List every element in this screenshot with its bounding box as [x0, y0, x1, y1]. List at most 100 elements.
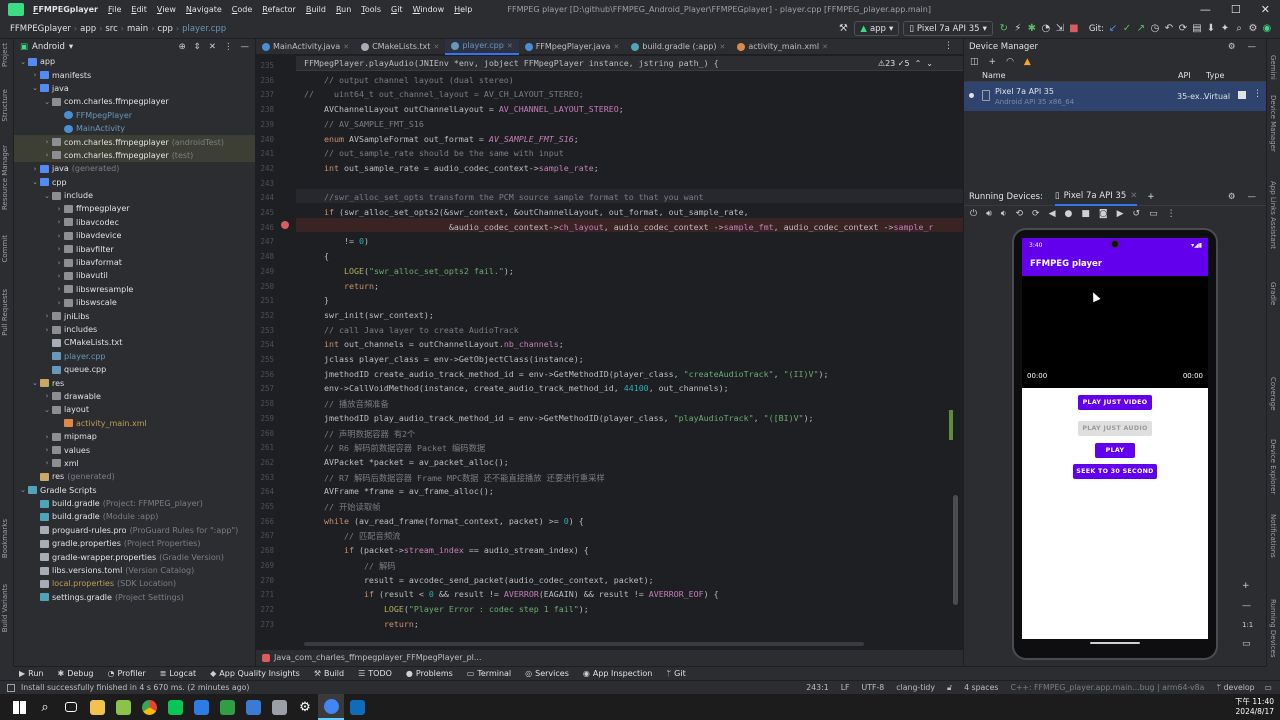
seek-30-button[interactable]: SEEK TO 30 SECOND [1073, 464, 1157, 479]
device-dropdown[interactable]: ▯ Pixel 7a API 35 ▾ [903, 21, 993, 36]
tree-item[interactable]: settings.gradle (Project Settings) [14, 591, 255, 604]
tree-item[interactable]: ⌄ Gradle Scripts [14, 484, 255, 497]
memory-indicator-icon[interactable]: ▭ [1261, 683, 1280, 692]
breadcrumb-item[interactable]: main [125, 24, 150, 34]
tab-player-cpp[interactable]: player.cpp ✕ [445, 38, 519, 55]
left-strip-commit[interactable]: Commit [1, 235, 9, 263]
collapse-icon[interactable]: ◫ [970, 57, 979, 67]
code-editor[interactable]: 235 236 237 238 239 240 241 242 243 244 245 246 247 2… [256, 55, 963, 649]
hide-icon[interactable]: — [1248, 42, 1257, 52]
zoom-fit-icon[interactable]: ▭ [1242, 639, 1253, 649]
tree-item[interactable]: › drawable [14, 390, 255, 403]
chevron-right-icon[interactable]: › [54, 245, 64, 253]
tree-item[interactable]: res (generated) [14, 470, 255, 483]
volume-up-icon[interactable]: 🔊︎ [986, 209, 992, 219]
close-icon[interactable]: ✕ [343, 43, 349, 51]
back-icon[interactable]: ◀ [1049, 209, 1056, 219]
tree-item[interactable]: › includes [14, 323, 255, 336]
tabs-overflow-icon[interactable]: ⋮ [944, 41, 953, 51]
toolwindow-git[interactable]: ᛘ Git [666, 669, 685, 678]
device-row[interactable]: Pixel 7a API 35 Android API 35 x86_64 35… [964, 82, 1266, 111]
volume-down-icon[interactable]: 🔉︎ [1001, 209, 1007, 219]
breadcrumb-item[interactable]: FFMPEGplayer [8, 24, 73, 34]
tree-item[interactable]: › libavfilter [14, 242, 255, 255]
search-icon[interactable]: ⌕ [1232, 22, 1246, 36]
chevron-right-icon[interactable]: › [42, 433, 52, 441]
column-name[interactable]: Name [982, 71, 1178, 80]
play-button[interactable]: PLAY [1095, 443, 1135, 458]
tree-item[interactable]: › libavdevice [14, 229, 255, 242]
tree-item[interactable]: build.gradle (Project: FFMPEG_player) [14, 497, 255, 510]
screen-record-icon[interactable]: ▶ [1117, 209, 1124, 219]
device-manager-icon[interactable]: ▤ [1190, 22, 1204, 36]
chevron-right-icon[interactable]: › [54, 259, 64, 267]
tab-ffmpegplayer-java[interactable]: FFMpegPlayer.java ✕ [519, 39, 626, 55]
toolwindow-debug[interactable]: ✱ Debug [58, 669, 94, 678]
menu-window[interactable]: Window [408, 5, 450, 14]
menu-build[interactable]: Build [301, 5, 331, 14]
expand-all-icon[interactable]: ⇕ [194, 42, 201, 52]
right-strip-device-explorer[interactable]: Device Explorer [1269, 439, 1277, 494]
tree-item[interactable]: ⌄ cpp [14, 176, 255, 189]
chevron-right-icon[interactable]: › [54, 218, 64, 226]
zoom-actual-icon[interactable]: 1:1 [1242, 621, 1253, 629]
chevron-right-icon[interactable]: › [30, 165, 40, 173]
tree-item[interactable]: › com.charles.ffmpegplayer (androidTest) [14, 135, 255, 149]
chevron-down-icon[interactable]: ⌄ [30, 178, 40, 186]
tree-item[interactable]: › libswscale [14, 296, 255, 309]
right-strip-device-manager[interactable]: Device Manager [1269, 95, 1277, 152]
screenshot-icon[interactable]: ◙ [1099, 209, 1108, 219]
tree-item[interactable]: › manifests [14, 68, 255, 81]
column-type[interactable]: Type [1206, 71, 1224, 80]
pair-wifi-icon[interactable]: ◠ [1006, 57, 1014, 67]
debug-icon[interactable]: ✱ [1025, 22, 1039, 36]
tree-item[interactable]: gradle.properties (Project Properties) [14, 537, 255, 550]
chevron-down-icon[interactable]: ⌄ [18, 486, 28, 494]
chrome-icon[interactable] [136, 694, 162, 720]
app-blue-icon[interactable] [188, 694, 214, 720]
menu-help[interactable]: Help [449, 5, 477, 14]
run-config-dropdown[interactable]: ▲ app ▾ [854, 21, 900, 36]
right-strip-notifications[interactable]: Notifications [1269, 514, 1277, 558]
left-strip-build-variants[interactable]: Build Variants [1, 584, 9, 632]
git-update-icon[interactable]: ↙ [1106, 22, 1120, 36]
close-icon[interactable]: ✕ [507, 42, 513, 50]
left-strip-pull-requests[interactable]: Pull Requests [1, 289, 9, 336]
chevron-right-icon[interactable]: › [42, 326, 52, 334]
tree-item[interactable]: player.cpp [14, 350, 255, 363]
android-logo-icon[interactable]: ◉ [1260, 22, 1274, 36]
line-icon[interactable] [162, 694, 188, 720]
right-strip-gradle[interactable]: Gradle [1269, 282, 1277, 305]
more-options-icon[interactable]: ⋮ [1167, 209, 1176, 219]
tree-item[interactable]: › libswresample [14, 283, 255, 296]
tree-item[interactable]: › libavformat [14, 256, 255, 269]
tree-item[interactable]: ⌄ res [14, 376, 255, 389]
minimize-icon[interactable]: — [1200, 3, 1211, 16]
chevron-right-icon[interactable]: › [42, 151, 52, 159]
menu-refactor[interactable]: Refactor [257, 5, 301, 14]
settings-icon[interactable]: ⚙ [292, 694, 318, 720]
snapshot-icon[interactable]: ↺ [1133, 209, 1141, 219]
column-api[interactable]: API [1178, 71, 1206, 80]
inspection-widget[interactable]: ⚠23 ✓5 ⌃ ⌄ [878, 59, 933, 68]
chevron-right-icon[interactable]: › [54, 285, 64, 293]
tree-item[interactable]: › ffmpegplayer [14, 202, 255, 215]
tree-item[interactable]: build.gradle (Module :app) [14, 510, 255, 523]
tree-item[interactable]: FFMpegPlayer [14, 109, 255, 122]
left-strip-structure[interactable]: Structure [1, 89, 9, 122]
firebase-icon[interactable]: ▲ [1024, 57, 1031, 67]
chevron-down-icon[interactable]: ⌄ [30, 379, 40, 387]
menu-file[interactable]: File [103, 5, 126, 14]
tree-item[interactable]: ⌄ com.charles.ffmpegplayer [14, 95, 255, 108]
layout-icon[interactable] [7, 683, 15, 692]
hide-icon[interactable]: — [241, 42, 250, 52]
close-icon[interactable]: ✕ [1261, 3, 1270, 16]
system-clock[interactable]: 下午 11:40 2024/8/17 [1235, 697, 1280, 717]
tab-activity-main-xml[interactable]: activity_main.xml ✕ [731, 39, 834, 55]
tree-item[interactable]: activity_main.xml [14, 417, 255, 430]
chevron-right-icon[interactable]: › [54, 205, 64, 213]
settings-icon[interactable]: ⚙ [1228, 42, 1236, 52]
tree-item[interactable]: › mipmap [14, 430, 255, 443]
tree-item[interactable]: › libavutil [14, 269, 255, 282]
power-icon[interactable]: ⏻ [970, 209, 977, 219]
